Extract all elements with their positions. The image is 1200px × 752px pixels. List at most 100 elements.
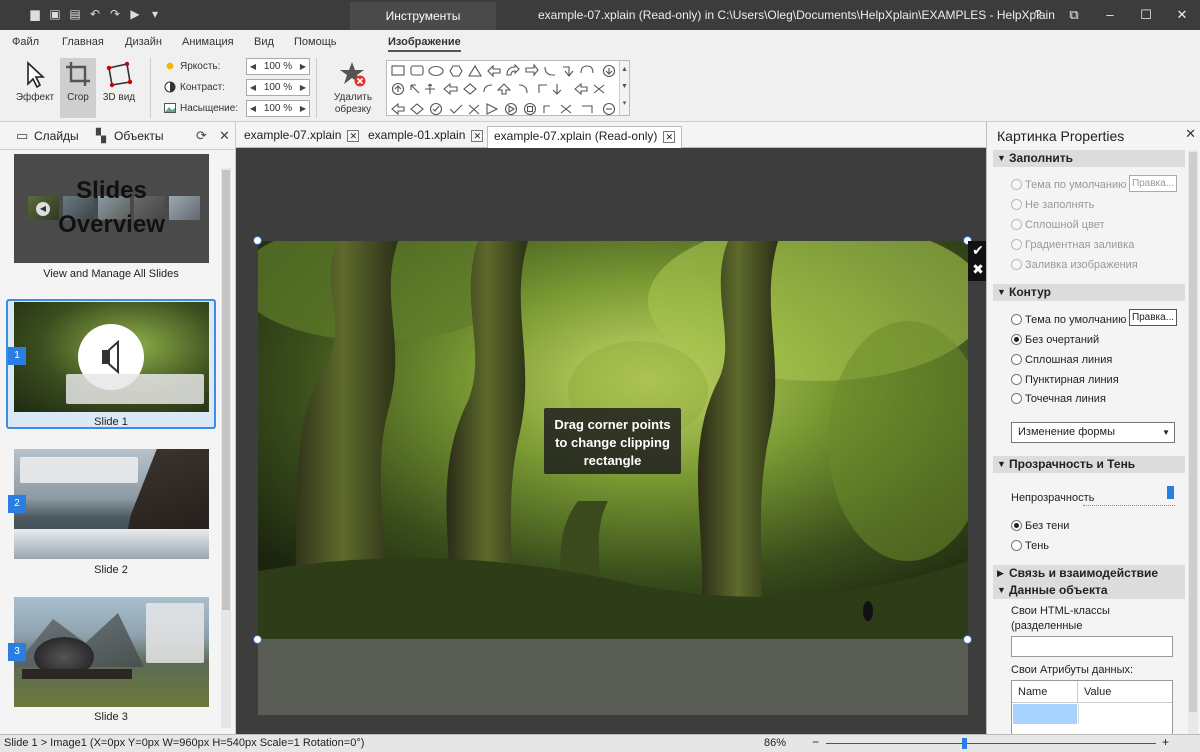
close-window-button[interactable]: ✕	[1164, 0, 1200, 30]
properties-scrollbar[interactable]	[1188, 150, 1198, 734]
contrast-spinner[interactable]: ◀ 100 % ▶	[246, 79, 310, 96]
close-panel-icon[interactable]: ✕	[219, 128, 230, 144]
crop-confirm-controls: ✔ ✖	[968, 241, 988, 281]
fill-theme-default[interactable]: Тема по умолчанию	[1011, 179, 1126, 191]
spin-left-icon[interactable]: ◀	[248, 101, 258, 116]
slide-2-thumbnail[interactable]	[14, 449, 209, 559]
help-button[interactable]: ?	[1020, 0, 1056, 30]
data-attributes-table[interactable]: Name Value	[1011, 680, 1173, 734]
spin-right-icon[interactable]: ▶	[298, 101, 308, 116]
cancel-crop-icon[interactable]: ✖	[968, 260, 988, 279]
remove-crop-button[interactable]: Удалить обрезку	[326, 58, 380, 118]
crop-handle-bottom-left[interactable]	[253, 635, 262, 644]
close-properties-icon[interactable]: ✕	[1185, 126, 1196, 142]
menu-image[interactable]: Изображение	[388, 36, 461, 52]
close-tab-icon[interactable]: ✕	[663, 131, 676, 143]
spin-right-icon[interactable]: ▶	[298, 80, 308, 95]
slides-panel: ▭ Слайды ▚ Объекты ⟳ ✕ ◀ Slides Overview …	[0, 122, 236, 734]
contextual-tab-image-tools[interactable]: Инструменты изображения	[350, 2, 496, 51]
spin-left-icon[interactable]: ◀	[248, 59, 258, 74]
slide-canvas[interactable]: ✔ ✖ Drag corner points to change clipping…	[236, 148, 988, 734]
undo-icon[interactable]: ↶	[88, 7, 102, 21]
opacity-slider[interactable]	[1083, 492, 1175, 506]
slide-2-number: 2	[8, 495, 26, 513]
contrast-value: 100 %	[263, 82, 293, 93]
slide-1-thumbnail[interactable]	[14, 302, 209, 412]
value-cell[interactable]	[1078, 704, 1172, 724]
ribbon-separator	[150, 58, 151, 118]
outline-edit-button[interactable]: Правка...	[1129, 309, 1177, 326]
fill-none[interactable]: Не заполнять	[1011, 199, 1094, 211]
crop-handle-bottom-right[interactable]	[963, 635, 972, 644]
picture-icon	[164, 103, 176, 113]
menu-home[interactable]: Главная	[62, 36, 104, 48]
section-link-interaction[interactable]: ▶ Связь и взаимодействие	[993, 565, 1185, 582]
close-tab-icon[interactable]: ✕	[471, 130, 484, 142]
menu-view[interactable]: Вид	[254, 36, 274, 48]
play-preview-icon[interactable]: ▶	[128, 7, 142, 21]
tab-slides[interactable]: Слайды	[34, 129, 79, 143]
zoom-slider[interactable]	[826, 743, 1156, 744]
shadow-on[interactable]: Тень	[1011, 540, 1049, 552]
outline-dotted[interactable]: Точечная линия	[1011, 393, 1106, 405]
effect-button[interactable]: Эффект	[14, 58, 56, 118]
spin-left-icon[interactable]: ◀	[248, 80, 258, 95]
outline-dashed[interactable]: Пунктирная линия	[1011, 374, 1119, 386]
zoom-slider-thumb[interactable]	[962, 738, 967, 749]
html-classes-input[interactable]	[1011, 636, 1173, 657]
section-transparency[interactable]: ▼ Прозрачность и Тень	[993, 456, 1185, 473]
customize-toolbar-icon[interactable]: ▾	[148, 7, 162, 21]
restore-ribbon-button[interactable]: ⧉	[1056, 0, 1092, 30]
section-object-data[interactable]: ▼ Данные объекта	[993, 582, 1185, 599]
crop-button[interactable]: Crop	[60, 58, 96, 118]
shadow-none[interactable]: Без тени	[1011, 520, 1069, 532]
open-folder-icon[interactable]: ▆	[28, 7, 42, 21]
save-icon[interactable]: ▣	[48, 7, 62, 21]
tab-objects[interactable]: Объекты	[114, 129, 164, 143]
expand-triangle-icon: ▶	[997, 568, 1004, 578]
crop-hint-tooltip: Drag corner points to change clipping rect…	[544, 408, 681, 474]
slide-3-thumbnail[interactable]	[14, 597, 209, 707]
maximize-button[interactable]: ☐	[1128, 0, 1164, 30]
menu-animation[interactable]: Анимация	[182, 36, 234, 48]
crop-handle-top-left[interactable]	[253, 236, 262, 245]
gallery-scroll[interactable]: ▲ ▼ ▾	[619, 61, 629, 115]
fill-image[interactable]: Заливка изображения	[1011, 259, 1138, 271]
confirm-crop-icon[interactable]: ✔	[968, 241, 988, 260]
zoom-out-button[interactable]: −	[812, 735, 819, 749]
slides-scrollbar-thumb[interactable]	[222, 170, 230, 610]
view-3d-label: 3D вид	[102, 92, 136, 103]
slides-overview-thumbnail[interactable]: ◀ Slides Overview	[14, 154, 209, 263]
shape-gallery[interactable]: ▲ ▼ ▾	[386, 60, 630, 116]
menu-help[interactable]: Помощь	[294, 36, 337, 48]
saturation-spinner[interactable]: ◀ 100 % ▶	[246, 100, 310, 117]
tab-example-01[interactable]: example-01.xplain ✕	[362, 126, 489, 148]
fill-solid[interactable]: Сплошной цвет	[1011, 219, 1105, 231]
fill-gradient[interactable]: Градиентная заливка	[1011, 239, 1134, 251]
save-all-icon[interactable]: ▤	[68, 7, 82, 21]
outline-none[interactable]: Без очертаний	[1011, 334, 1099, 346]
properties-scrollbar-thumb[interactable]	[1189, 152, 1197, 712]
section-fill[interactable]: ▼ Заполнить	[993, 150, 1185, 167]
brightness-spinner[interactable]: ◀ 100 % ▶	[246, 58, 310, 75]
zoom-in-button[interactable]: +	[1162, 735, 1169, 749]
menu-design[interactable]: Дизайн	[125, 36, 162, 48]
view-3d-button[interactable]: 3D вид	[100, 58, 138, 118]
tab-example-07[interactable]: example-07.xplain ✕	[238, 126, 365, 148]
opacity-slider-thumb[interactable]	[1167, 486, 1174, 499]
redo-icon[interactable]: ↷	[108, 7, 122, 21]
menu-file[interactable]: Файл	[12, 36, 39, 48]
section-outline[interactable]: ▼ Контур	[993, 284, 1185, 301]
tab-example-07-readonly[interactable]: example-07.xplain (Read-only) ✕	[487, 126, 683, 148]
refresh-icon[interactable]: ⟳	[196, 128, 207, 144]
fill-edit-button[interactable]: Правка...	[1129, 175, 1177, 192]
shape-change-dropdown[interactable]: Изменение формы ▼	[1011, 422, 1175, 443]
slides-scrollbar[interactable]	[221, 168, 231, 728]
spin-right-icon[interactable]: ▶	[298, 59, 308, 74]
minimize-button[interactable]: –	[1092, 0, 1128, 30]
outline-theme-default[interactable]: Тема по умолчанию	[1011, 314, 1126, 326]
close-tab-icon[interactable]: ✕	[347, 130, 360, 142]
outline-solid[interactable]: Сплошная линия	[1011, 354, 1112, 366]
html-classes-label: Свои HTML-классы (разделенные	[1011, 605, 1110, 632]
name-cell[interactable]	[1013, 704, 1077, 724]
